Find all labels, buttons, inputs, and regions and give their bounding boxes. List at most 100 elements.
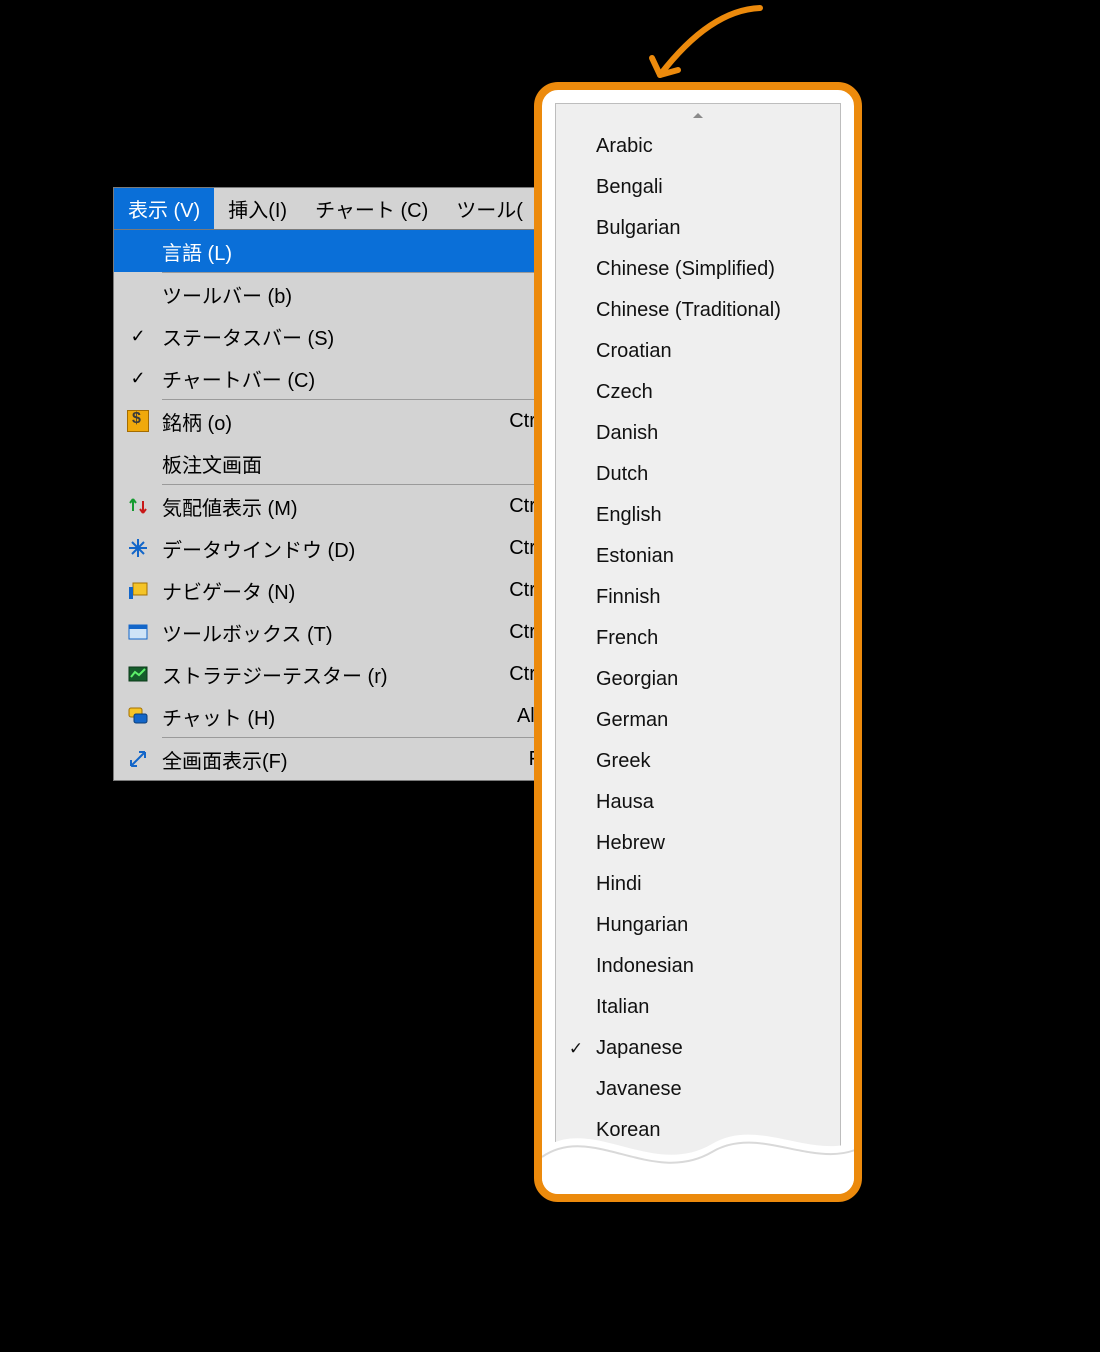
language-item[interactable]: Greek (556, 741, 840, 782)
menubar: 表示 (V) 挿入(I) チャート (C) ツール( (114, 188, 562, 230)
menu-item-label: チャートバー (C) (162, 364, 552, 393)
language-item[interactable]: Finnish (556, 577, 840, 618)
menu-item-language[interactable]: 言語 (L) (114, 230, 562, 272)
chevron-up-icon (692, 111, 704, 119)
menu-item-label: 板注文画面 (162, 449, 552, 478)
language-item[interactable]: Croatian (556, 331, 840, 372)
menu-item-board-order[interactable]: 板注文画面 (114, 442, 562, 484)
callout-border: Arabic Bengali Bulgarian Chinese (Simplifie… (534, 82, 862, 1202)
language-item[interactable]: Hebrew (556, 823, 840, 864)
language-item[interactable]: Hindi (556, 864, 840, 905)
checkmark-icon: ✓ (114, 368, 162, 389)
language-label: Dutch (596, 463, 840, 486)
data-window-icon (114, 537, 162, 559)
language-item[interactable]: Arabic (556, 126, 840, 167)
menu-item-data-window[interactable]: データウインドウ (D) Ctrl+ (114, 527, 562, 569)
menubar-item-view[interactable]: 表示 (V) (114, 188, 214, 229)
callout-arrow-icon (640, 0, 770, 90)
checkmark-icon: ✓ (556, 1039, 596, 1059)
language-label: Czech (596, 381, 840, 404)
language-item[interactable]: Italian (556, 987, 840, 1028)
language-label: Chinese (Traditional) (596, 299, 840, 322)
language-label: Hindi (596, 873, 840, 896)
menu-item-navigator[interactable]: ナビゲータ (N) Ctrl+ (114, 569, 562, 611)
language-label: Korean (596, 1119, 840, 1142)
language-label: Finnish (596, 586, 840, 609)
language-item[interactable]: Chinese (Traditional) (556, 290, 840, 331)
menu-item-label: ツールバー (b) (162, 280, 552, 309)
menu-item-label: ストラテジーテスター (r) (162, 660, 497, 689)
language-submenu-callout: Arabic Bengali Bulgarian Chinese (Simplifie… (534, 82, 862, 1202)
language-item[interactable]: Chinese (Simplified) (556, 249, 840, 290)
language-item[interactable]: Javanese (556, 1069, 840, 1110)
language-label: Hungarian (596, 914, 840, 937)
menu-item-toolbar[interactable]: ツールバー (b) (114, 273, 562, 315)
menu-item-chartbar[interactable]: ✓ チャートバー (C) (114, 357, 562, 399)
menu-item-label: データウインドウ (D) (162, 534, 497, 563)
menu-item-statusbar[interactable]: ✓ ステータスバー (S) (114, 315, 562, 357)
language-label: Croatian (596, 340, 840, 363)
language-label: Bengali (596, 176, 840, 199)
language-item[interactable]: Georgian (556, 659, 840, 700)
language-label: Indonesian (596, 955, 840, 978)
menubar-item-chart[interactable]: チャート (C) (301, 188, 442, 229)
language-label: French (596, 627, 840, 650)
language-item[interactable]: Hungarian (556, 905, 840, 946)
language-submenu: Arabic Bengali Bulgarian Chinese (Simplifie… (555, 103, 841, 1181)
language-list: Arabic Bengali Bulgarian Chinese (Simplifie… (556, 126, 840, 1151)
menu-item-symbols[interactable]: 銘柄 (o) Ctrl+ (114, 400, 562, 442)
language-label: Italian (596, 996, 840, 1019)
language-label: Estonian (596, 545, 840, 568)
language-label: German (596, 709, 840, 732)
language-item[interactable]: ✓Japanese (556, 1028, 840, 1069)
language-item[interactable]: Bulgarian (556, 208, 840, 249)
language-item[interactable]: Bengali (556, 167, 840, 208)
menu-item-quotes[interactable]: 気配値表示 (M) Ctrl+ (114, 485, 562, 527)
checkmark-icon: ✓ (114, 326, 162, 347)
menu-item-label: チャット (H) (162, 702, 505, 731)
language-label: Javanese (596, 1078, 840, 1101)
menu-item-label: 言語 (L) (162, 237, 552, 266)
menu-item-label: ツールボックス (T) (162, 618, 497, 647)
navigator-icon (114, 579, 162, 601)
language-item[interactable]: English (556, 495, 840, 536)
menu-item-label: ナビゲータ (N) (162, 576, 497, 605)
menu-item-fullscreen[interactable]: 全画面表示(F) F1 (114, 738, 562, 780)
view-menu-window: 表示 (V) 挿入(I) チャート (C) ツール( 言語 (L) ツールバー … (113, 187, 563, 781)
menubar-item-tools[interactable]: ツール( (442, 188, 537, 229)
language-item[interactable]: Korean (556, 1110, 840, 1151)
menubar-item-insert[interactable]: 挿入(I) (214, 188, 301, 229)
menubar-label: 表示 (V) (128, 194, 200, 223)
language-item[interactable]: Danish (556, 413, 840, 454)
view-dropdown: 言語 (L) ツールバー (b) ✓ ステータスバー (S) ✓ チャートバー … (114, 230, 562, 780)
quotes-icon (114, 495, 162, 517)
language-label: Danish (596, 422, 840, 445)
language-item[interactable]: German (556, 700, 840, 741)
language-label: Hebrew (596, 832, 840, 855)
language-item[interactable]: Dutch (556, 454, 840, 495)
chat-icon (114, 705, 162, 727)
menu-item-label: 全画面表示(F) (162, 745, 517, 774)
language-label: Chinese (Simplified) (596, 258, 840, 281)
menu-item-chat[interactable]: チャット (H) Alt+ (114, 695, 562, 737)
toolbox-icon (114, 621, 162, 643)
menu-item-label: 銘柄 (o) (162, 407, 497, 436)
strategy-tester-icon (114, 663, 162, 685)
language-label: English (596, 504, 840, 527)
language-label: Japanese (596, 1037, 840, 1060)
dollar-icon (114, 410, 162, 432)
menubar-label: ツール( (456, 194, 523, 223)
menu-item-strategy-tester[interactable]: ストラテジーテスター (r) Ctrl+ (114, 653, 562, 695)
scroll-up-button[interactable] (556, 104, 840, 126)
language-item[interactable]: Indonesian (556, 946, 840, 987)
language-label: Greek (596, 750, 840, 773)
language-item[interactable]: Hausa (556, 782, 840, 823)
language-item[interactable]: Czech (556, 372, 840, 413)
language-item[interactable]: French (556, 618, 840, 659)
menu-item-label: 気配値表示 (M) (162, 492, 497, 521)
language-label: Hausa (596, 791, 840, 814)
language-item[interactable]: Estonian (556, 536, 840, 577)
language-label: Georgian (596, 668, 840, 691)
menu-item-toolbox[interactable]: ツールボックス (T) Ctrl+ (114, 611, 562, 653)
menubar-label: 挿入(I) (228, 194, 287, 223)
